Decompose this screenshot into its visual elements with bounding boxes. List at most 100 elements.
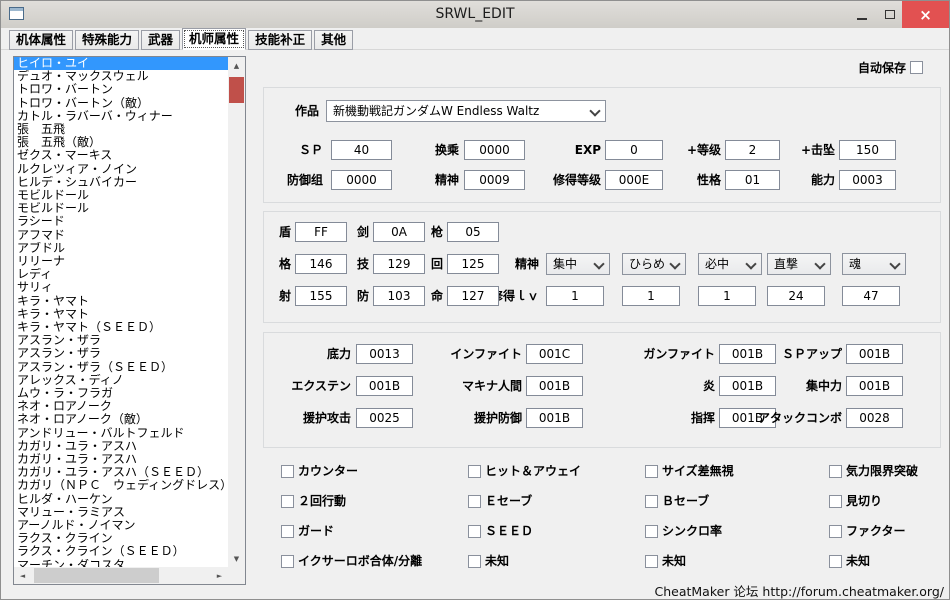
- skill-input[interactable]: 0013: [356, 344, 413, 364]
- info-field-input[interactable]: 0003: [839, 170, 896, 190]
- seishin-combo[interactable]: 直撃: [767, 253, 831, 275]
- flag-checkbox[interactable]: [645, 495, 658, 508]
- list-item[interactable]: アーノルド・ノイマン: [14, 519, 228, 532]
- flag-checkbox[interactable]: [281, 465, 294, 478]
- scroll-left-button[interactable]: ◄: [14, 567, 31, 584]
- level-input[interactable]: 1: [622, 286, 680, 306]
- level-input[interactable]: 24: [767, 286, 825, 306]
- horizontal-scrollbar[interactable]: ◄ ►: [14, 567, 228, 584]
- list-item[interactable]: ゼクス・マーキス: [14, 149, 228, 162]
- seishin-combo[interactable]: 集中: [546, 253, 610, 275]
- skill-input[interactable]: 001B: [846, 344, 903, 364]
- info-field-input[interactable]: 150: [839, 140, 896, 160]
- list-item[interactable]: サリィ: [14, 281, 228, 294]
- list-item[interactable]: ヒイロ・ユイ: [14, 57, 228, 70]
- tab-special-abilities[interactable]: 特殊能力: [75, 30, 139, 50]
- stat-input[interactable]: 125: [447, 254, 499, 274]
- list-item[interactable]: ヒルデ・シュバイカー: [14, 176, 228, 189]
- flag-checkbox[interactable]: [281, 525, 294, 538]
- flag-checkbox[interactable]: [645, 465, 658, 478]
- skill-input[interactable]: 0025: [356, 408, 413, 428]
- info-field-input[interactable]: 2: [725, 140, 780, 160]
- stat-input[interactable]: 05: [447, 222, 499, 242]
- flag-checkbox[interactable]: [829, 495, 842, 508]
- info-field-input[interactable]: 01: [725, 170, 780, 190]
- flag-checkbox[interactable]: [645, 555, 658, 568]
- list-item[interactable]: アンドリュー・バルトフェルド: [14, 427, 228, 440]
- list-item[interactable]: アスラン・ザラ: [14, 347, 228, 360]
- autosave-checkbox[interactable]: [910, 61, 923, 74]
- tab-skill-correction[interactable]: 技能补正: [248, 30, 312, 50]
- skill-input[interactable]: 001B: [846, 376, 903, 396]
- flag-checkbox[interactable]: [281, 555, 294, 568]
- list-item[interactable]: モビルドール: [14, 189, 228, 202]
- scroll-down-button[interactable]: ▼: [228, 550, 245, 567]
- skill-input[interactable]: 0028: [846, 408, 903, 428]
- list-item[interactable]: リリーナ: [14, 255, 228, 268]
- list-item[interactable]: キラ・ヤマト: [14, 308, 228, 321]
- list-item[interactable]: アブドル: [14, 242, 228, 255]
- seishin-combo[interactable]: ひらめ: [622, 253, 686, 275]
- close-button[interactable]: ×: [902, 1, 949, 28]
- vertical-scroll-thumb[interactable]: [229, 77, 244, 103]
- seishin-combo[interactable]: 魂: [842, 253, 906, 275]
- list-item[interactable]: ラクス・クライン: [14, 532, 228, 545]
- horizontal-scroll-thumb[interactable]: [34, 568, 159, 583]
- skill-input[interactable]: 001C: [526, 344, 583, 364]
- list-item[interactable]: カトル・ラバーバ・ウィナー: [14, 110, 228, 123]
- vertical-scrollbar[interactable]: ▲ ▼: [228, 57, 245, 567]
- list-item[interactable]: 張 五飛（敵）: [14, 136, 228, 149]
- info-field-input[interactable]: 0009: [464, 170, 525, 190]
- flag-checkbox[interactable]: [829, 465, 842, 478]
- skill-input[interactable]: 001B: [526, 408, 583, 428]
- list-item[interactable]: キラ・ヤマト（ＳＥＥＤ）: [14, 321, 228, 334]
- info-field-input[interactable]: 0: [605, 140, 663, 160]
- list-item[interactable]: ネオ・ロアノーク（敵）: [14, 413, 228, 426]
- list-item[interactable]: ヒルダ・ハーケン: [14, 493, 228, 506]
- list-item[interactable]: アフマド: [14, 229, 228, 242]
- list-item[interactable]: モビルドール: [14, 202, 228, 215]
- list-item[interactable]: カガリ・ユラ・アスハ: [14, 453, 228, 466]
- flag-checkbox[interactable]: [281, 495, 294, 508]
- series-combo[interactable]: 新機動戦記ガンダムW Endless Waltz: [326, 100, 606, 122]
- list-item[interactable]: トロワ・バートン（敵）: [14, 97, 228, 110]
- info-field-input[interactable]: 0000: [464, 140, 525, 160]
- flag-checkbox[interactable]: [829, 525, 842, 538]
- flag-checkbox[interactable]: [468, 465, 481, 478]
- list-item[interactable]: デュオ・マックスウェル: [14, 70, 228, 83]
- scroll-right-button[interactable]: ►: [211, 567, 228, 584]
- list-item[interactable]: ルクレツィア・ノイン: [14, 163, 228, 176]
- scroll-up-button[interactable]: ▲: [228, 57, 245, 74]
- maximize-button[interactable]: [878, 1, 902, 28]
- list-item[interactable]: ネオ・ロアノーク: [14, 400, 228, 413]
- list-item[interactable]: ムウ・ラ・フラガ: [14, 387, 228, 400]
- list-item[interactable]: ラクス・クライン（ＳＥＥＤ）: [14, 545, 228, 558]
- list-item[interactable]: トロワ・バートン: [14, 83, 228, 96]
- flag-checkbox[interactable]: [645, 525, 658, 538]
- list-item[interactable]: レディ: [14, 268, 228, 281]
- flag-checkbox[interactable]: [468, 525, 481, 538]
- list-item[interactable]: カガリ・ユラ・アスハ: [14, 440, 228, 453]
- info-field-input[interactable]: 40: [331, 140, 392, 160]
- list-item[interactable]: キラ・ヤマト: [14, 295, 228, 308]
- minimize-button[interactable]: [846, 1, 878, 28]
- list-item[interactable]: マーチン・ダコスタ: [14, 559, 228, 567]
- level-input[interactable]: 1: [698, 286, 756, 306]
- stat-input[interactable]: 127: [447, 286, 499, 306]
- list-item[interactable]: カガリ（ＮＰＣ ウェディングドレス）: [14, 479, 228, 492]
- skill-input[interactable]: 001B: [356, 376, 413, 396]
- info-field-input[interactable]: 0000: [331, 170, 392, 190]
- list-item[interactable]: ラシード: [14, 215, 228, 228]
- tab-pilot-attributes[interactable]: 机师属性: [182, 28, 246, 50]
- skill-input[interactable]: 001B: [526, 376, 583, 396]
- list-item[interactable]: アレックス・ディノ: [14, 374, 228, 387]
- tab-unit-attributes[interactable]: 机体属性: [9, 30, 73, 50]
- tab-others[interactable]: 其他: [314, 30, 353, 50]
- tab-weapons[interactable]: 武器: [141, 30, 180, 50]
- flag-checkbox[interactable]: [468, 555, 481, 568]
- flag-checkbox[interactable]: [829, 555, 842, 568]
- info-field-input[interactable]: 000E: [605, 170, 663, 190]
- list-item[interactable]: アスラン・ザラ（ＳＥＥＤ）: [14, 361, 228, 374]
- list-item[interactable]: アスラン・ザラ: [14, 334, 228, 347]
- level-input[interactable]: 47: [842, 286, 900, 306]
